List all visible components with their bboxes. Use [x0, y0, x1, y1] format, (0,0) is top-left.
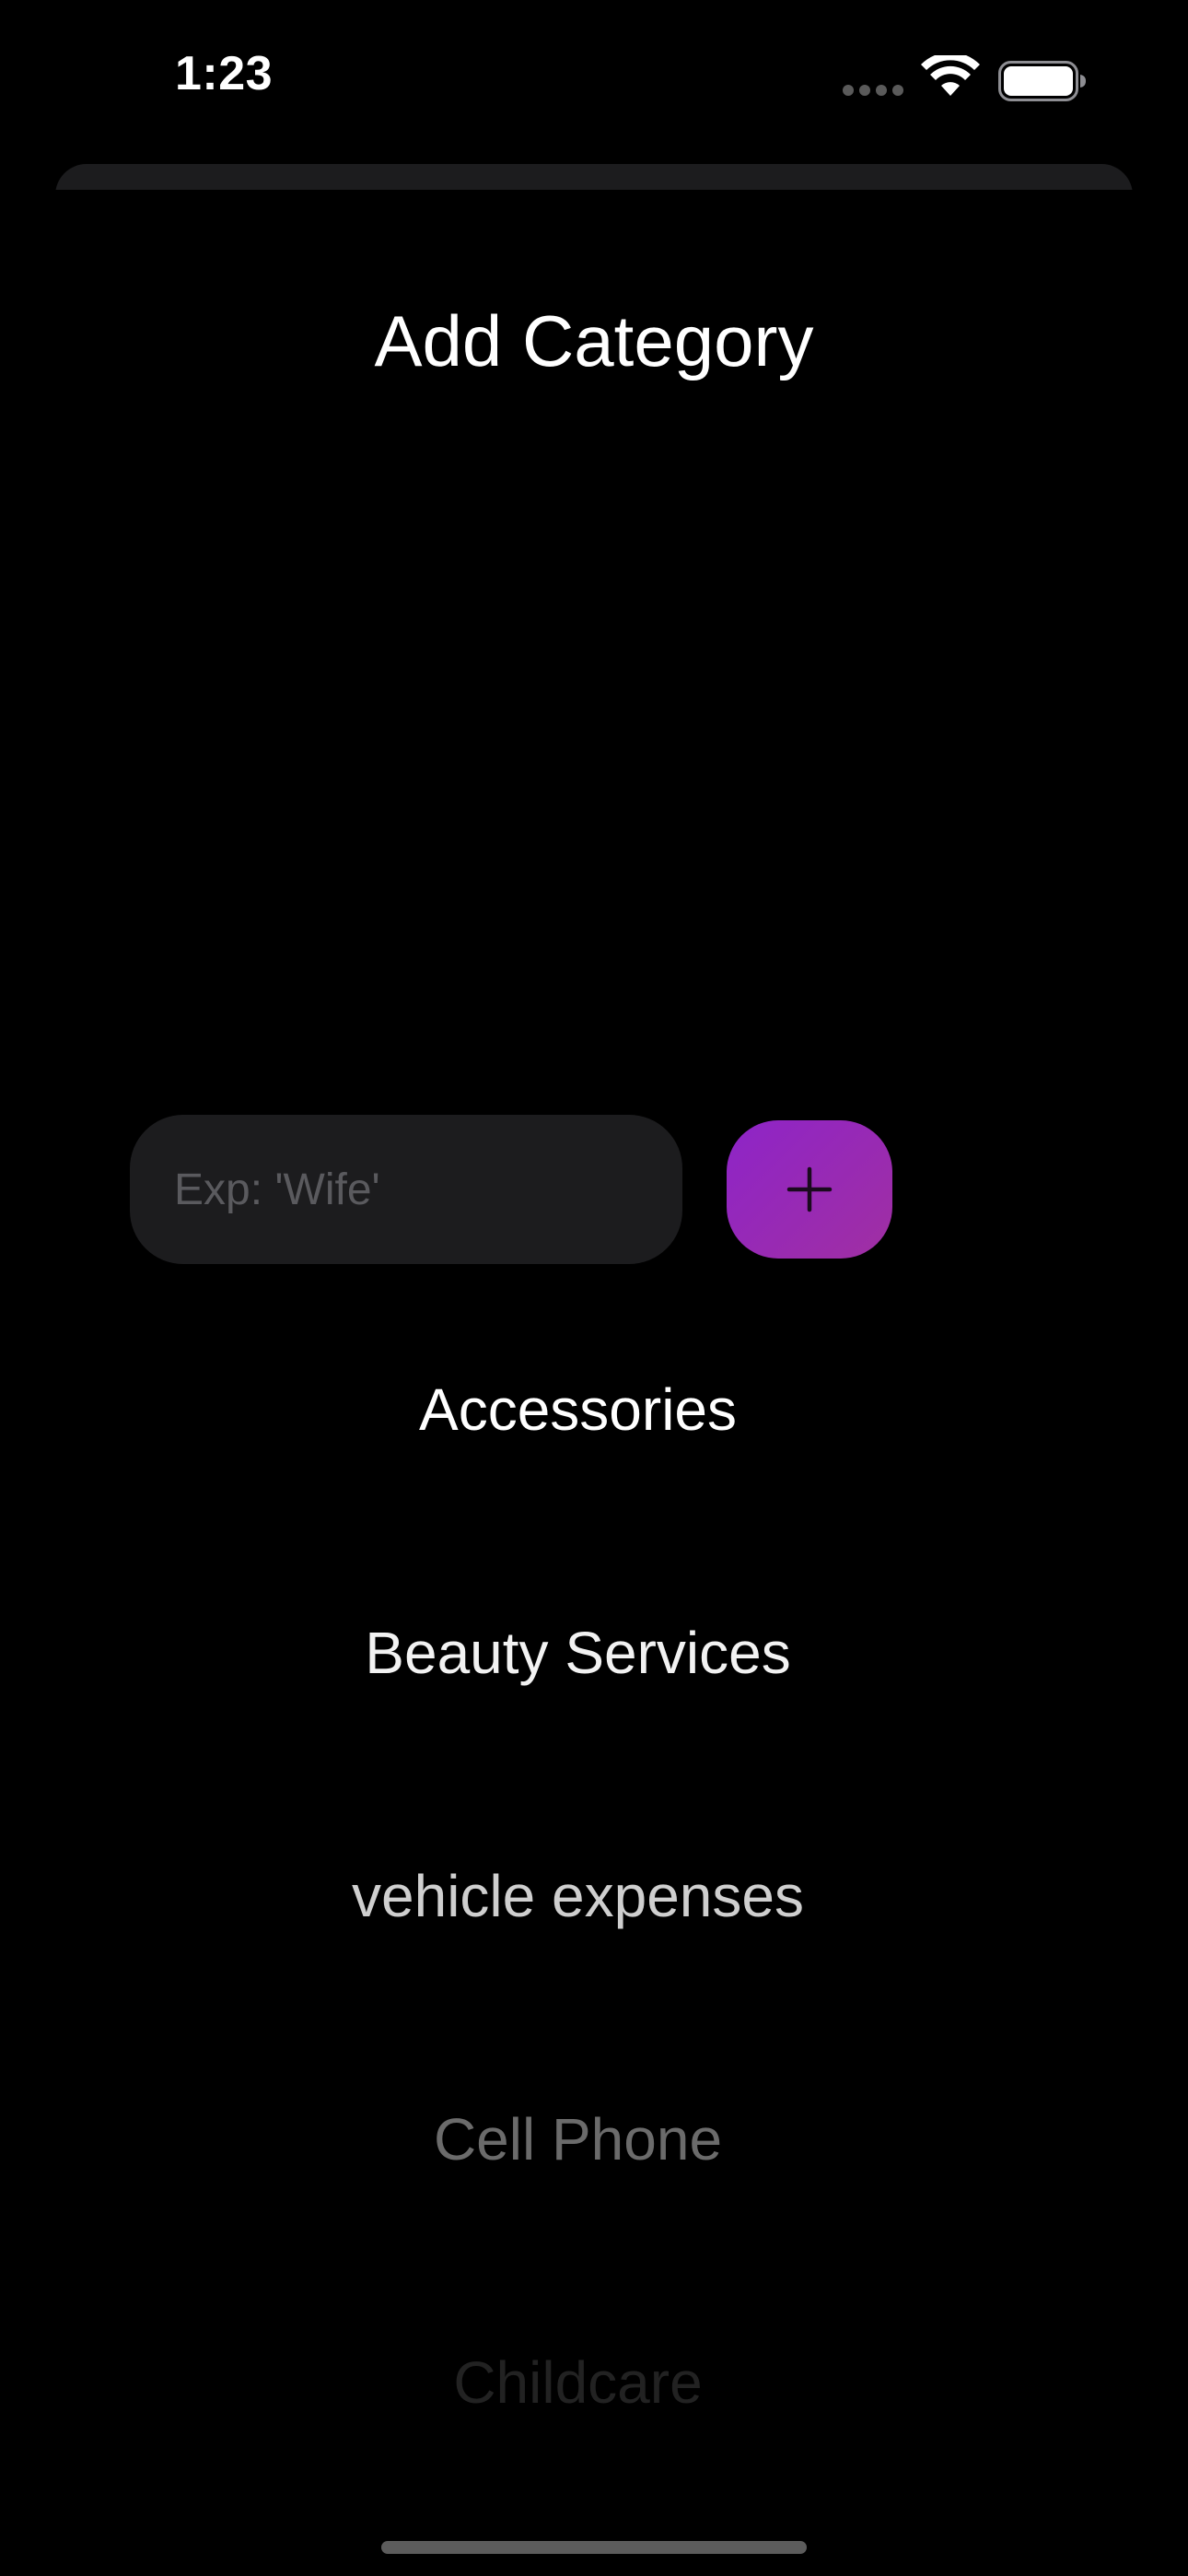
- add-category-button[interactable]: [727, 1120, 892, 1259]
- wifi-icon: [921, 55, 980, 96]
- category-item-vehicle-expenses[interactable]: vehicle expenses: [0, 1836, 1156, 2079]
- category-item-cell-phone[interactable]: Cell Phone: [0, 2079, 1156, 2323]
- category-item-childcare[interactable]: Childcare: [0, 2323, 1156, 2566]
- plus-icon: [786, 1166, 833, 1212]
- status-time: 1:23: [175, 47, 274, 100]
- status-bar: 1:23: [0, 0, 1188, 157]
- category-name-input[interactable]: [130, 1115, 682, 1264]
- category-item-accessories[interactable]: Accessories: [0, 1350, 1156, 1593]
- category-item-beauty-services[interactable]: Beauty Services: [0, 1593, 1156, 1836]
- cellular-signal-icon: [843, 85, 905, 96]
- page-title: Add Category: [374, 300, 814, 381]
- battery-icon: [998, 61, 1086, 101]
- category-list: Accessories Beauty Services vehicle expe…: [0, 1350, 1156, 2566]
- home-indicator: [381, 2541, 807, 2554]
